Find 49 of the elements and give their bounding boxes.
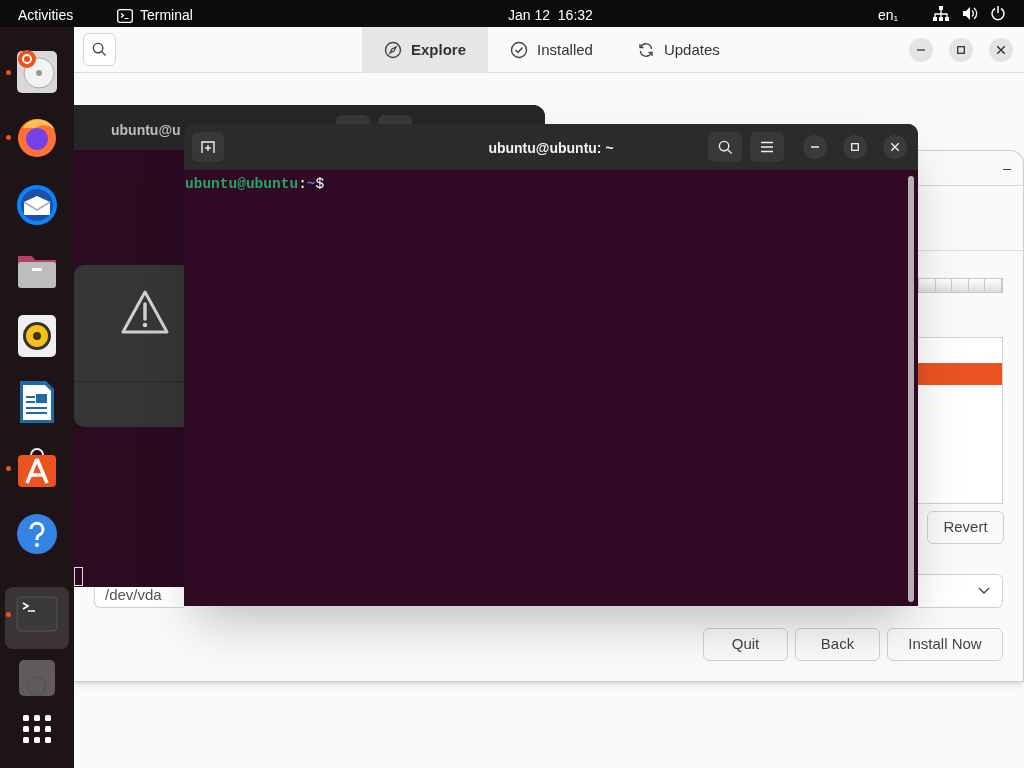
maximize-button[interactable] — [949, 38, 973, 62]
search-button[interactable] — [708, 132, 742, 162]
dialog-button[interactable]: Install Now — [887, 628, 1003, 661]
network-icon[interactable] — [933, 6, 949, 21]
compass-icon — [384, 41, 402, 59]
dialog-button[interactable]: Back — [795, 628, 880, 661]
menu-button[interactable] — [750, 132, 784, 162]
warning-icon — [120, 289, 170, 335]
new-tab-icon — [200, 139, 216, 155]
tab[interactable]: Installed — [488, 27, 615, 73]
envelope-globe-icon[interactable] — [15, 182, 59, 228]
minimize-button[interactable] — [803, 135, 827, 159]
app-menu[interactable]: Terminal — [117, 5, 193, 26]
command-prompt: ubuntu@ubuntu:~$ — [185, 175, 325, 194]
chevron-down-icon — [978, 587, 990, 595]
close-icon — [997, 46, 1005, 54]
activities-button[interactable]: Activities — [18, 5, 74, 26]
window-title: ubuntu@u — [111, 121, 181, 140]
scrollbar[interactable] — [908, 176, 914, 602]
device-dropdown[interactable]: /dev/vda — [94, 588, 184, 608]
minimize-icon — [917, 49, 925, 51]
refresh-icon — [636, 41, 655, 59]
search-button[interactable] — [83, 33, 116, 66]
search-icon — [717, 139, 733, 155]
maximize-icon — [851, 143, 859, 151]
close-button[interactable] — [883, 135, 907, 159]
dialog-button[interactable]: Quit — [703, 628, 788, 661]
keyboard-layout[interactable]: en₁ — [878, 5, 899, 26]
terminal-icon — [117, 8, 133, 23]
power-icon[interactable] — [990, 5, 1006, 21]
tab[interactable]: Updates — [614, 27, 742, 73]
clock[interactable]: Jan 12 16:32 — [508, 5, 593, 26]
close-icon — [891, 143, 899, 151]
new-tab-button[interactable] — [192, 132, 224, 162]
search-icon — [92, 42, 107, 57]
volume-icon[interactable] — [962, 6, 978, 21]
close-button[interactable] — [989, 38, 1013, 62]
speaker-icon[interactable] — [15, 313, 59, 359]
checkmark-icon — [510, 41, 529, 59]
maximize-icon — [957, 46, 965, 54]
menu-icon — [760, 141, 774, 153]
text-cursor — [74, 567, 83, 586]
question-mark-icon[interactable] — [15, 511, 59, 557]
revert-button[interactable]: Revert — [927, 511, 1004, 544]
maximize-button[interactable] — [843, 135, 867, 159]
minimize-icon — [811, 146, 819, 148]
minimize-button[interactable] — [909, 38, 933, 62]
window-title: ubuntu@ubuntu: ~ — [487, 139, 615, 158]
tab[interactable]: Explore — [362, 27, 489, 73]
